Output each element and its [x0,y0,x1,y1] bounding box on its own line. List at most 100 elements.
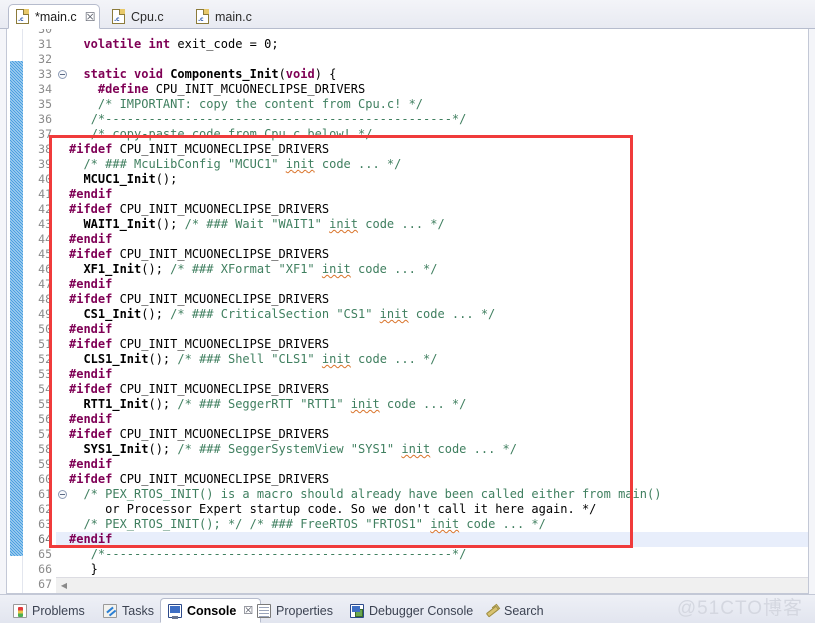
line-number: 31 [38,37,52,52]
code-line: WAIT1_Init(); /* ### Wait "WAIT1" init c… [69,217,445,232]
code-line: #endif [69,412,112,427]
code-line: #endif [69,532,112,547]
editor-tab-label: Cpu.c [131,10,164,24]
view-tab-label: Properties [276,604,333,618]
line-number: 43 [38,217,52,232]
properties-icon [257,604,271,618]
line-number: 46 [38,262,52,277]
change-marker-bar [10,61,23,556]
view-tab-label: Problems [32,604,85,618]
code-line: /* PEX_RTOS_INIT() is a macro should alr… [69,487,661,502]
editor-tab-cpu-c[interactable]: .c Cpu.c [104,4,180,29]
line-number: 45 [38,247,52,262]
code-line: /* copy-paste code from Cpu.c below! */ [69,127,372,142]
line-number: 50 [38,322,52,337]
editor-tab-label: *main.c [35,10,77,24]
view-tab-debugger-console[interactable]: Debugger Console [343,598,480,623]
scroll-left-arrow-icon[interactable]: ◀ [56,578,72,593]
code-line: /*--------------------------------------… [69,112,466,127]
line-number: 61 [38,487,52,502]
view-tab-search[interactable]: Search [478,598,551,623]
code-line: #ifdef CPU_INIT_MCUONECLIPSE_DRIVERS [69,142,329,157]
code-line: #endif [69,232,112,247]
line-number: 53 [38,367,52,382]
view-tab-properties[interactable]: Properties [250,598,340,623]
code-line: static void Components_Init(void) { [69,67,336,82]
view-tab-problems[interactable]: Problems [6,598,92,623]
code-editor[interactable]: 3031323334353637383940414243444546474849… [6,29,809,594]
line-number: 44 [38,232,52,247]
editor-tab-label: main.c [215,10,252,24]
annotation-ruler[interactable] [7,29,23,593]
line-number: 48 [38,292,52,307]
code-line: #ifdef CPU_INIT_MCUONECLIPSE_DRIVERS [69,247,329,262]
code-line: #ifdef CPU_INIT_MCUONECLIPSE_DRIVERS [69,292,329,307]
line-number: 52 [38,352,52,367]
c-file-icon: .c [112,9,125,24]
line-number: 67 [38,577,52,592]
code-line: CS1_Init(); /* ### CriticalSection "CS1"… [69,307,495,322]
search-icon [485,604,499,618]
debugger-console-icon [350,604,364,618]
current-line-highlight [56,532,808,547]
code-line: volatile int exit_code = 0; [69,37,279,52]
line-number: 33 [38,67,52,82]
code-line: #endif [69,367,112,382]
tasks-icon [103,604,117,618]
code-line: #endif [69,457,112,472]
line-number: 39 [38,157,52,172]
line-number: 55 [38,397,52,412]
eclipse-editor-window: .c *main.c ☒ .c Cpu.c .c main.c 30313233… [0,0,815,623]
code-line: #define CPU_INIT_MCUONECLIPSE_DRIVERS [69,82,365,97]
line-number: 66 [38,562,52,577]
line-number: 62 [38,502,52,517]
view-tab-label: Console [187,604,236,618]
code-line: #endif [69,277,112,292]
line-number: 32 [38,52,52,67]
code-line: #ifdef CPU_INIT_MCUONECLIPSE_DRIVERS [69,337,329,352]
code-line: /*--------------------------------------… [69,547,466,562]
line-number: 37 [38,127,52,142]
view-tab-label: Debugger Console [369,604,473,618]
line-number: 42 [38,202,52,217]
c-file-icon: .c [196,9,209,24]
code-line: #ifdef CPU_INIT_MCUONECLIPSE_DRIVERS [69,472,329,487]
code-line: CLS1_Init(); /* ### Shell "CLS1" init co… [69,352,438,367]
code-line: #ifdef CPU_INIT_MCUONECLIPSE_DRIVERS [69,202,329,217]
line-number: 36 [38,112,52,127]
code-line: /* PEX_RTOS_INIT(); */ /* ### FreeRTOS "… [69,517,546,532]
code-line: RTT1_Init(); /* ### SeggerRTT "RTT1" ini… [69,397,466,412]
line-number: 49 [38,307,52,322]
console-icon [168,604,182,618]
c-file-icon: .c [16,9,29,24]
line-number: 56 [38,412,52,427]
editor-tab-bar: .c *main.c ☒ .c Cpu.c .c main.c [0,0,815,29]
editor-tab-main-c[interactable]: .c main.c [188,4,268,29]
view-tab-console[interactable]: Console ☒ [160,598,261,623]
line-number: 58 [38,442,52,457]
close-icon[interactable]: ☒ [85,11,96,23]
line-number: 64 [38,532,52,547]
line-number: 63 [38,517,52,532]
code-line: #endif [69,322,112,337]
line-number: 41 [38,187,52,202]
code-line: or Processor Expert startup code. So we … [69,502,596,517]
view-tab-bar: Problems Tasks Console ☒ Properties Debu… [0,594,815,623]
problems-icon [13,604,27,618]
line-number: 59 [38,457,52,472]
editor-tab-main-c-modified[interactable]: .c *main.c ☒ [8,4,100,29]
code-line: /* ### McuLibConfig "MCUC1" init code ..… [69,157,401,172]
view-tab-tasks[interactable]: Tasks [96,598,161,623]
code-line: XF1_Init(); /* ### XFormat "XF1" init co… [69,262,437,277]
horizontal-scrollbar[interactable]: ◀ [56,577,808,593]
line-number: 65 [38,547,52,562]
line-number: 51 [38,337,52,352]
line-number: 40 [38,172,52,187]
code-line: #ifdef CPU_INIT_MCUONECLIPSE_DRIVERS [69,427,329,442]
line-number: 47 [38,277,52,292]
code-line: /* IMPORTANT: copy the content from Cpu.… [69,97,423,112]
code-area[interactable]: volatile int exit_code = 0; static void … [56,29,808,577]
line-number: 38 [38,142,52,157]
code-line: } [69,562,98,577]
code-line: #ifdef CPU_INIT_MCUONECLIPSE_DRIVERS [69,382,329,397]
